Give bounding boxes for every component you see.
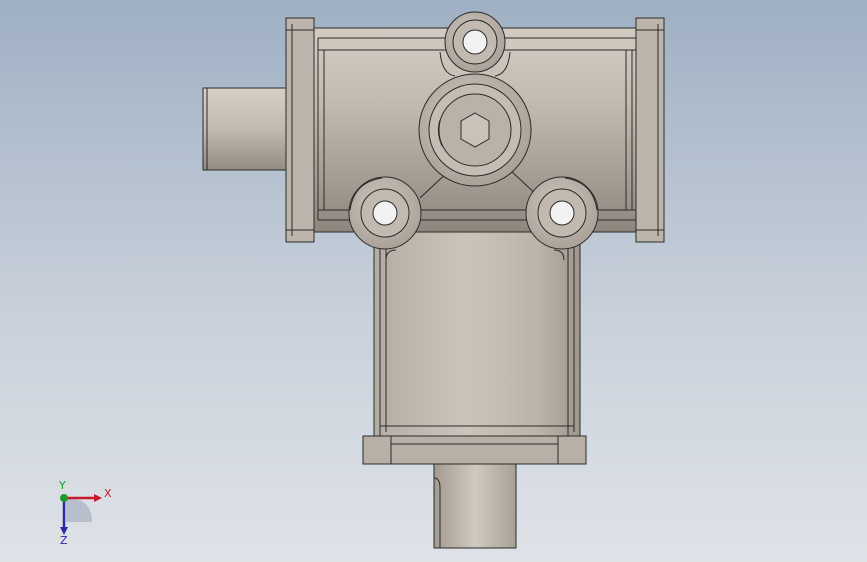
x-axis-arrowhead [94,494,102,502]
y-axis-dot [60,494,68,502]
y-axis-label: Y [58,480,66,492]
z-axis-label: Z [60,534,68,545]
right-mounting-hole[interactable] [525,176,599,250]
left-mounting-hole[interactable] [348,176,422,250]
gearbox-model[interactable] [0,0,867,562]
left-flange[interactable] [285,17,315,243]
bottom-shaft[interactable] [433,463,517,549]
graphics-viewport[interactable]: X Y Z [0,0,867,562]
hex-socket-icon [460,112,490,148]
bottom-flange[interactable] [362,435,587,465]
x-axis-label: X [104,487,112,500]
left-shaft[interactable] [202,87,288,171]
output-housing[interactable] [373,227,581,441]
right-flange[interactable] [635,17,665,243]
axis-triad: X Y Z [58,480,112,545]
